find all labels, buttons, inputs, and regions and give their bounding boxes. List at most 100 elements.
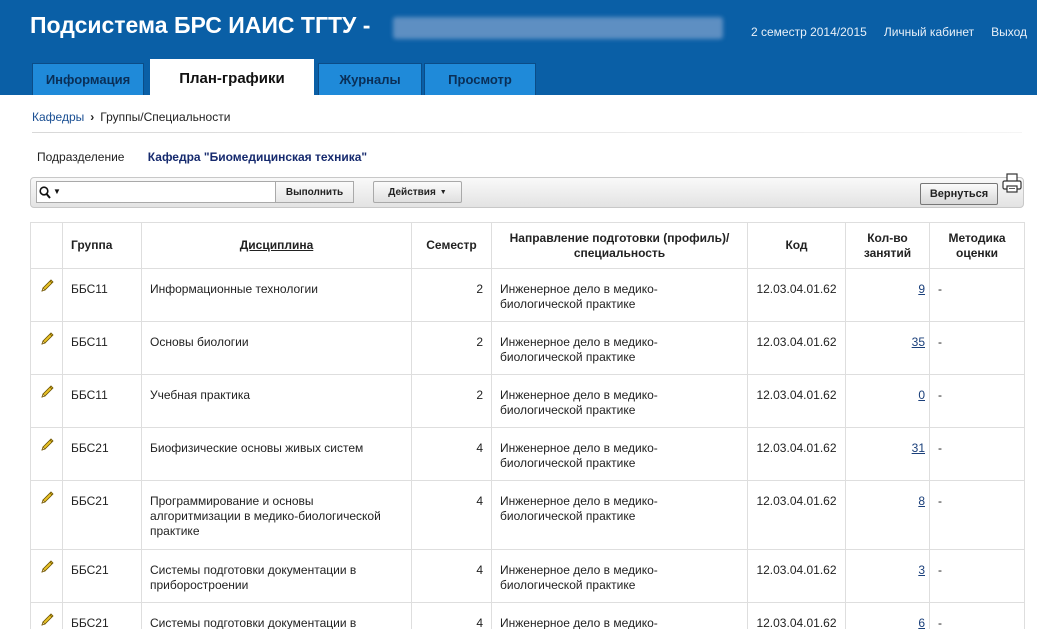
search-box: ▼ Выполнить [36,181,354,203]
column-header-discipline[interactable]: Дисциплина [141,222,412,269]
lesson-count-cell: 35 [845,321,930,375]
table-row: ББС21 Биофизические основы живых систем 4 И… [30,427,1025,481]
assessment-method-cell: - [929,427,1025,481]
direction-cell: Инженерное дело в медико-биологической п… [491,268,748,322]
lesson-count-link[interactable]: 35 [912,335,925,349]
group-cell: ББС11 [62,321,142,375]
assessment-method-cell: - [929,480,1025,550]
lesson-count-link[interactable]: 9 [918,282,925,296]
cabinet-link[interactable]: Личный кабинет [884,25,974,39]
column-header-group: Группа [62,222,142,269]
lesson-count-link[interactable]: 3 [918,563,925,577]
edit-cell [30,268,63,322]
edit-cell [30,480,63,550]
discipline-cell: Информационные технологии [141,268,412,322]
table-row: ББС21 Программирование и основы алгоритми… [30,480,1025,550]
column-header-direction: Направление подготовки (профиль)/специал… [491,222,748,269]
edit-cell [30,374,63,428]
search-options-caret-icon[interactable]: ▼ [53,187,61,196]
app-title: Подсистема БРС ИАИС ТГТУ - [30,12,371,38]
printer-icon[interactable] [1001,172,1023,194]
direction-cell: Инженерное дело в медико-биологической п… [491,549,748,603]
edit-cell [30,549,63,603]
pencil-icon[interactable] [39,438,55,456]
semester-link[interactable]: 2 семестр 2014/2015 [751,25,867,39]
lesson-count-link[interactable]: 6 [918,616,925,629]
blurred-user-name [393,17,723,39]
tab-journals[interactable]: Журналы [318,63,422,95]
division-value: Кафедра "Биомедицинская техника" [147,150,368,164]
lesson-count-cell: 6 [845,602,930,629]
edit-cell [30,321,63,375]
execute-button[interactable]: Выполнить [275,182,353,202]
divider [32,132,1022,133]
code-cell: 12.03.04.01.62 [747,374,846,428]
back-button[interactable]: Вернуться [920,183,998,205]
tab-information[interactable]: Информация [32,63,144,95]
discipline-cell: Учебная практика [141,374,412,428]
discipline-sort-link[interactable]: Дисциплина [240,238,314,252]
discipline-cell: Системы подготовки документации в [141,602,412,629]
group-cell: ББС21 [62,602,142,629]
group-cell: ББС21 [62,427,142,481]
discipline-cell: Основы биологии [141,321,412,375]
semester-cell: 4 [411,427,492,481]
edit-cell [30,427,63,481]
semester-cell: 2 [411,374,492,428]
search-icon[interactable] [39,183,51,204]
column-header-semester: Семестр [411,222,492,269]
lesson-count-link[interactable]: 8 [918,494,925,508]
semester-cell: 2 [411,268,492,322]
code-cell: 12.03.04.01.62 [747,427,846,481]
top-links: 2 семестр 2014/2015 Личный кабинет Выход [751,25,1027,39]
lesson-count-cell: 31 [845,427,930,481]
semester-cell: 2 [411,321,492,375]
direction-cell: Инженерное дело в медико-биологической п… [491,427,748,481]
code-cell: 12.03.04.01.62 [747,549,846,603]
direction-cell: Инженерное дело в медико-биологической п… [491,480,748,550]
pencil-icon[interactable] [39,332,55,350]
assessment-method-cell: - [929,602,1025,629]
group-cell: ББС11 [62,374,142,428]
chevron-down-icon: ▼ [439,188,447,196]
lesson-count-cell: 3 [845,549,930,603]
pencil-icon[interactable] [39,491,55,509]
group-cell: ББС21 [62,480,142,550]
lesson-count-link[interactable]: 0 [918,388,925,402]
discipline-cell: Биофизические основы живых систем [141,427,412,481]
division-info: Подразделение Кафедра "Биомедицинская те… [37,150,367,164]
discipline-cell: Системы подготовки документации в прибор… [141,549,412,603]
semester-cell: 4 [411,602,492,629]
app-header: Подсистема БРС ИАИС ТГТУ - 2 семестр 201… [0,0,1037,96]
tab-view[interactable]: Просмотр [424,63,536,95]
search-input[interactable] [63,183,281,201]
assessment-method-cell: - [929,549,1025,603]
assessment-method-cell: - [929,321,1025,375]
table-header-row: Группа Дисциплина Семестр Направление по… [30,222,1025,269]
pencil-icon[interactable] [39,385,55,403]
assessment-method-cell: - [929,374,1025,428]
lesson-count-link[interactable]: 31 [912,441,925,455]
breadcrumb-current: Группы/Специальности [100,110,231,124]
semester-cell: 4 [411,480,492,550]
direction-cell: Инженерное дело в медико- [491,602,748,629]
code-cell: 12.03.04.01.62 [747,480,846,550]
pencil-icon[interactable] [39,560,55,578]
discipline-cell: Программирование и основы алгоритмизации… [141,480,412,550]
breadcrumb-separator: › [90,110,95,124]
tab-schedules[interactable]: План-графики [150,59,314,96]
semester-cell: 4 [411,549,492,603]
pencil-icon[interactable] [39,279,55,297]
actions-dropdown-button[interactable]: Действия ▼ [373,181,462,203]
direction-cell: Инженерное дело в медико-биологической п… [491,321,748,375]
lesson-count-cell: 0 [845,374,930,428]
pencil-icon[interactable] [39,613,55,629]
column-header-lesson-count: Кол-во занятий [845,222,930,269]
direction-cell: Инженерное дело в медико-биологической п… [491,374,748,428]
table-row: ББС11 Учебная практика 2 Инженерное дело в … [30,374,1025,428]
division-label: Подразделение [37,150,125,164]
breadcrumb-departments-link[interactable]: Кафедры [32,110,84,124]
logout-link[interactable]: Выход [991,25,1027,39]
table-row: ББС11 Основы биологии 2 Инженерное дело в м… [30,321,1025,375]
lesson-count-cell: 8 [845,480,930,550]
